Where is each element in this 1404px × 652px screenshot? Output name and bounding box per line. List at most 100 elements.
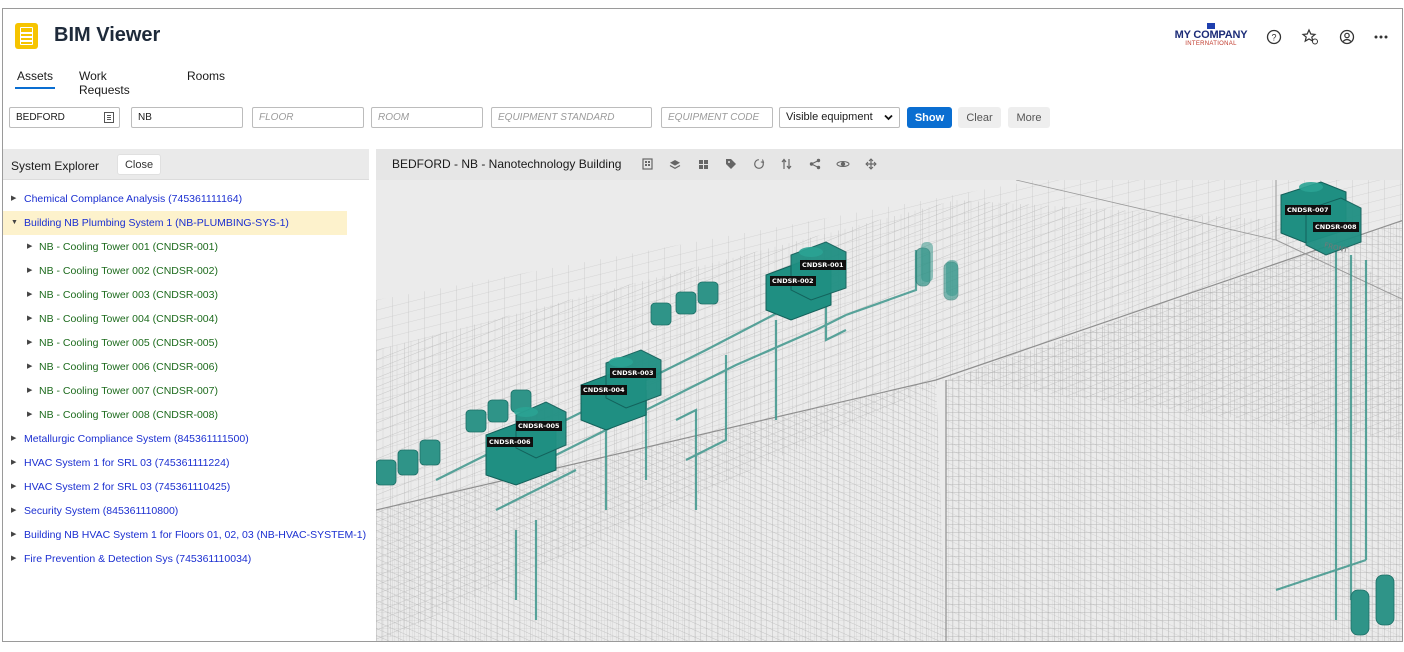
- layers-icon[interactable]: [668, 157, 682, 171]
- user-icon[interactable]: [1336, 26, 1358, 48]
- visibility-select[interactable]: Visible equipment: [779, 107, 900, 128]
- equipment-label[interactable]: CNDSR-001: [800, 260, 846, 270]
- more-button[interactable]: More: [1008, 107, 1050, 128]
- tree-item-label: NB - Cooling Tower 001 (CNDSR-001): [39, 241, 218, 253]
- chevron-down-icon: [884, 114, 893, 121]
- tree-equipment-item[interactable]: ▶ NB - Cooling Tower 003 (CNDSR-003): [3, 283, 369, 307]
- tree-item-label: NB - Cooling Tower 007 (CNDSR-007): [39, 385, 218, 397]
- building-icon[interactable]: [640, 157, 654, 171]
- system-explorer-title: System Explorer: [11, 159, 100, 173]
- equipment-code-field[interactable]: EQUIPMENT CODE: [661, 107, 773, 128]
- caret-right-icon[interactable]: ▶: [11, 547, 16, 571]
- equipment-label[interactable]: CNDSR-005: [516, 421, 562, 431]
- tree-system-item[interactable]: ▶ HVAC System 1 for SRL 03 (745361111224): [3, 451, 369, 475]
- list-picker-icon[interactable]: [104, 112, 114, 123]
- close-explorer-button[interactable]: Close: [117, 154, 161, 175]
- help-icon[interactable]: ?: [1263, 26, 1285, 48]
- tree-equipment-item[interactable]: ▶ NB - Cooling Tower 001 (CNDSR-001): [3, 235, 369, 259]
- caret-right-icon[interactable]: ▶: [27, 283, 32, 307]
- tree-item-label: Fire Prevention & Detection Sys (7453611…: [24, 553, 252, 565]
- viewer-title: BEDFORD - NB - Nanotechnology Building: [392, 157, 622, 171]
- tree-item-label: HVAC System 1 for SRL 03 (745361111224): [24, 457, 230, 469]
- tree-item-label: NB - Cooling Tower 005 (CNDSR-005): [39, 337, 218, 349]
- 3d-model-canvas[interactable]: CNDSR-001 CNDSR-002 CNDSR-003 CNDSR-004 …: [376, 180, 1402, 641]
- tab-assets[interactable]: Assets: [15, 65, 55, 89]
- app-title: BIM Viewer: [54, 24, 161, 46]
- caret-right-icon[interactable]: ▶: [27, 331, 32, 355]
- tree-item-label: NB - Cooling Tower 002 (CNDSR-002): [39, 265, 218, 277]
- room-field[interactable]: ROOM: [371, 107, 483, 128]
- equipment-label[interactable]: CNDSR-004: [581, 385, 627, 395]
- building-document-icon: [15, 23, 38, 49]
- caret-right-icon[interactable]: ▶: [27, 355, 32, 379]
- tree-item-label: NB - Cooling Tower 004 (CNDSR-004): [39, 313, 218, 325]
- tree-equipment-item[interactable]: ▶ NB - Cooling Tower 002 (CNDSR-002): [3, 259, 369, 283]
- floor-field[interactable]: FLOOR: [252, 107, 364, 128]
- caret-right-icon[interactable]: ▶: [11, 427, 16, 451]
- tree-system-item[interactable]: ▼ Building NB Plumbing System 1 (NB-PLUMB…: [3, 211, 347, 235]
- caret-right-icon[interactable]: ▶: [27, 307, 32, 331]
- more-icon[interactable]: [1370, 26, 1392, 48]
- orbit-icon[interactable]: [836, 157, 850, 171]
- caret-right-icon[interactable]: ▶: [27, 379, 32, 403]
- wireframe-model: [376, 180, 1402, 641]
- caret-right-icon[interactable]: ▶: [11, 475, 16, 499]
- site-field[interactable]: BEDFORD: [9, 107, 120, 128]
- tree-item-label: Chemical Complance Analysis (74536111116…: [24, 193, 243, 205]
- grid-icon[interactable]: [696, 157, 710, 171]
- bim-viewer: BEDFORD - NB - Nanotechnology Building C…: [376, 149, 1402, 641]
- caret-down-icon[interactable]: ▼: [11, 211, 18, 235]
- share-icon[interactable]: [808, 157, 822, 171]
- caret-right-icon[interactable]: ▶: [11, 523, 16, 547]
- tree-equipment-item[interactable]: ▶ NB - Cooling Tower 005 (CNDSR-005): [3, 331, 369, 355]
- tree-equipment-item[interactable]: ▶ NB - Cooling Tower 008 (CNDSR-008): [3, 403, 369, 427]
- tree-equipment-item[interactable]: ▶ NB - Cooling Tower 004 (CNDSR-004): [3, 307, 369, 331]
- tree-item-label: Building NB HVAC System 1 for Floors 01,…: [24, 529, 367, 541]
- caret-right-icon[interactable]: ▶: [27, 403, 32, 427]
- tree-equipment-item[interactable]: ▶ NB - Cooling Tower 006 (CNDSR-006): [3, 355, 369, 379]
- svg-text:?: ?: [1271, 33, 1276, 43]
- tree-system-item[interactable]: ▶ Security System (845361110800): [3, 499, 369, 523]
- tree-item-label: NB - Cooling Tower 003 (CNDSR-003): [39, 289, 218, 301]
- viewer-toolbar: BEDFORD - NB - Nanotechnology Building: [376, 149, 1402, 180]
- rotate-icon[interactable]: [752, 157, 766, 171]
- equipment-label[interactable]: CNDSR-006: [487, 437, 533, 447]
- tree-item-label: Security System (845361110800): [24, 505, 179, 517]
- tree-item-label: NB - Cooling Tower 006 (CNDSR-006): [39, 361, 218, 373]
- tab-rooms[interactable]: Rooms: [187, 65, 225, 87]
- caret-right-icon[interactable]: ▶: [11, 451, 16, 475]
- caret-right-icon[interactable]: ▶: [11, 187, 16, 211]
- equipment-standard-field[interactable]: EQUIPMENT STANDARD: [491, 107, 652, 128]
- tree-system-item[interactable]: ▶ Metallurgic Compliance System (84536111…: [3, 427, 369, 451]
- tag-icon[interactable]: [724, 157, 738, 171]
- equipment-label[interactable]: CNDSR-003: [610, 368, 656, 378]
- show-button[interactable]: Show: [907, 107, 952, 128]
- tree-equipment-item[interactable]: ▶ NB - Cooling Tower 007 (CNDSR-007): [3, 379, 369, 403]
- system-explorer-panel: System Explorer Close ▶ Chemical Complanc…: [3, 149, 371, 641]
- favorites-icon[interactable]: [1299, 26, 1321, 48]
- equipment-label[interactable]: CNDSR-007: [1285, 205, 1331, 215]
- system-explorer-header: System Explorer Close: [3, 149, 369, 180]
- company-logo: MY COMPANY INTERNATIONAL: [1173, 23, 1249, 48]
- system-tree: ▶ Chemical Complance Analysis (7453611111…: [3, 187, 369, 571]
- pan-icon[interactable]: [864, 157, 878, 171]
- sort-icon[interactable]: [780, 157, 794, 171]
- tree-system-item[interactable]: ▶ HVAC System 2 for SRL 03 (745361110425): [3, 475, 369, 499]
- tab-work-requests[interactable]: Work Requests: [79, 65, 130, 101]
- building-field[interactable]: NB: [131, 107, 243, 128]
- caret-right-icon[interactable]: ▶: [27, 259, 32, 283]
- tree-system-item[interactable]: ▶ Building NB HVAC System 1 for Floors 01…: [3, 523, 369, 547]
- app-window: BIM Viewer MY COMPANY INTERNATIONAL ? As…: [2, 8, 1403, 642]
- tree-item-label: HVAC System 2 for SRL 03 (745361110425): [24, 481, 231, 493]
- tree-item-label: Building NB Plumbing System 1 (NB-PLUMBI…: [24, 217, 289, 229]
- equipment-label[interactable]: CNDSR-008: [1313, 222, 1359, 232]
- caret-right-icon[interactable]: ▶: [11, 499, 16, 523]
- tree-item-label: NB - Cooling Tower 008 (CNDSR-008): [39, 409, 218, 421]
- caret-right-icon[interactable]: ▶: [27, 235, 32, 259]
- filter-bar: BEDFORD NB FLOOR ROOM EQUIPMENT STANDARD…: [9, 107, 1109, 131]
- clear-button[interactable]: Clear: [958, 107, 1001, 128]
- app-header: BIM Viewer MY COMPANY INTERNATIONAL ?: [3, 9, 1402, 57]
- tree-system-item[interactable]: ▶ Fire Prevention & Detection Sys (745361…: [3, 547, 369, 571]
- tree-system-item[interactable]: ▶ Chemical Complance Analysis (7453611111…: [3, 187, 369, 211]
- equipment-label[interactable]: CNDSR-002: [770, 276, 816, 286]
